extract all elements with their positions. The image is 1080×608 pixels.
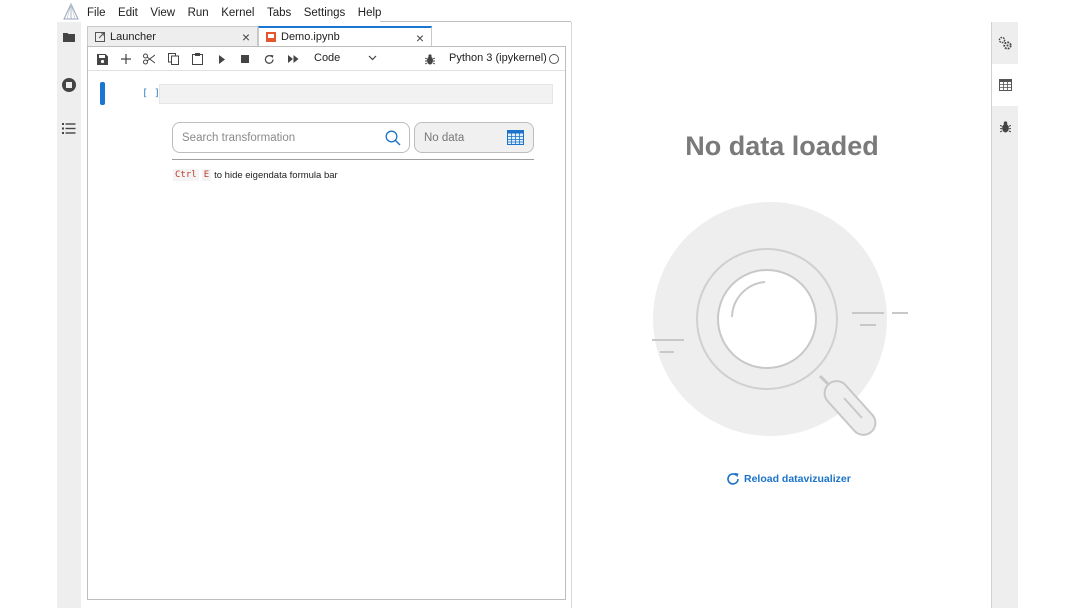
left-sidebar [57, 22, 81, 608]
run-button[interactable] [215, 52, 229, 66]
table-grid-icon [507, 130, 524, 145]
property-inspector-button[interactable] [992, 22, 1018, 64]
tab-demo-notebook[interactable]: Demo.ipynb × [258, 26, 432, 46]
menu-edit[interactable]: Edit [118, 7, 138, 19]
active-cell-indicator [100, 82, 105, 105]
restart-button[interactable] [262, 52, 276, 66]
no-data-title: No data loaded [685, 131, 879, 161]
bug-icon [999, 121, 1011, 133]
play-icon [219, 54, 225, 64]
debugger-panel-button[interactable] [992, 106, 1018, 148]
cell-type-select[interactable]: Code [314, 52, 340, 64]
tab-bar: Launcher × Demo.ipynb × [87, 26, 567, 46]
formula-bar-divider [172, 159, 534, 160]
fast-forward-icon [287, 55, 298, 63]
menu-help[interactable]: Help [358, 7, 382, 19]
menu-run[interactable]: Run [188, 7, 209, 19]
save-button[interactable] [95, 52, 109, 66]
stop-icon [241, 55, 249, 63]
search-icon[interactable] [385, 130, 401, 146]
datavizualizer-panel: No data loaded Reload datavizualizer [571, 22, 991, 608]
stop-circle-icon [62, 78, 76, 92]
kernel-name[interactable]: Python 3 (ipykernel) [449, 52, 547, 64]
code-cell-input[interactable] [159, 84, 553, 104]
tab-demo-label: Demo.ipynb [281, 31, 340, 43]
search-transformation-input[interactable]: Search transformation [172, 122, 410, 153]
notebook-panel: Code Python 3 (ipykernel) [ ]: Search tr… [87, 46, 566, 600]
cut-button[interactable] [142, 52, 156, 66]
file-browser-button[interactable] [57, 25, 81, 49]
data-selector[interactable]: No data [414, 122, 534, 153]
restart-run-all-button[interactable] [286, 52, 300, 66]
magnifier-illustration-icon [652, 202, 908, 436]
right-sidebar [991, 22, 1018, 608]
menu-bar: File Edit View Run Kernel Tabs Settings … [57, 0, 1018, 22]
reload-label: Reload datavizualizer [744, 473, 851, 485]
menu-file[interactable]: File [87, 7, 106, 19]
interrupt-button[interactable] [238, 52, 252, 66]
hint-text: to hide eigendata formula bar [214, 169, 338, 181]
menu-kernel[interactable]: Kernel [221, 7, 254, 19]
folder-icon [63, 33, 75, 42]
table-icon [998, 79, 1012, 91]
copy-icon [167, 53, 179, 65]
scissors-icon [143, 53, 155, 65]
copy-button[interactable] [166, 52, 180, 66]
tab-launcher-label: Launcher [110, 30, 156, 43]
running-sessions-button[interactable] [57, 73, 81, 97]
formula-bar-hint: Ctrl E to hide eigendata formula bar [173, 169, 338, 181]
bug-icon [425, 53, 435, 64]
datavizualizer-tab-button[interactable] [992, 64, 1018, 106]
restart-icon [264, 54, 274, 64]
search-placeholder: Search transformation [182, 132, 296, 144]
menu-settings[interactable]: Settings [304, 7, 346, 19]
table-of-contents-button[interactable] [57, 116, 81, 140]
list-icon [62, 122, 76, 134]
jupyterlab-app: File Edit View Run Kernel Tabs Settings … [57, 0, 1018, 608]
clipboard-icon [191, 53, 203, 65]
launcher-icon [95, 31, 105, 42]
refresh-icon [727, 472, 739, 485]
tab-launcher-close-icon[interactable]: × [242, 29, 250, 45]
debugger-button[interactable] [423, 52, 437, 66]
data-selector-label: No data [424, 132, 465, 144]
kbd-e: E [201, 169, 212, 181]
notebook-icon [266, 32, 276, 42]
insert-cell-button[interactable] [119, 52, 133, 66]
menu-items: File Edit View Run Kernel Tabs Settings … [87, 7, 394, 19]
reload-datavizualizer-button[interactable]: Reload datavizualizer [726, 472, 851, 486]
kbd-ctrl: Ctrl [173, 169, 199, 181]
tab-launcher[interactable]: Launcher × [87, 26, 258, 46]
gears-icon [998, 36, 1012, 50]
menu-divider [380, 21, 571, 22]
tab-demo-close-icon[interactable]: × [416, 30, 424, 46]
plus-icon [121, 54, 131, 64]
paste-button[interactable] [190, 52, 204, 66]
save-icon [96, 53, 108, 65]
menu-view[interactable]: View [150, 7, 175, 19]
menu-tabs[interactable]: Tabs [267, 7, 291, 19]
kernel-status-idle-icon [549, 54, 559, 64]
chevron-down-icon[interactable] [368, 53, 377, 62]
notebook-toolbar: Code Python 3 (ipykernel) [88, 47, 565, 71]
jupyter-logo-icon [63, 3, 79, 20]
